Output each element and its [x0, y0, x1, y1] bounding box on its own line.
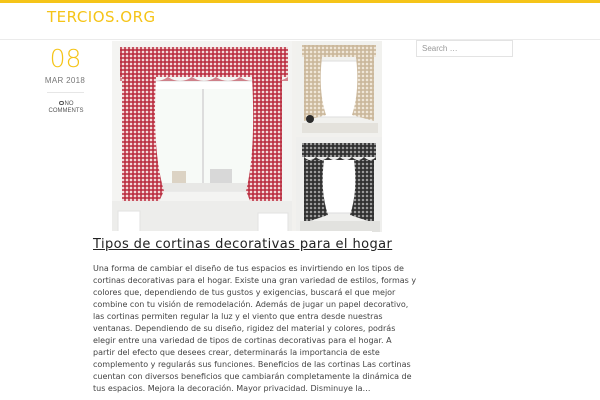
comment-bubble-icon [58, 101, 64, 105]
curtain-valance [120, 47, 288, 77]
date-divider [47, 92, 84, 93]
featured-image[interactable] [112, 41, 382, 232]
excerpt-line: tus espacios. Mejora la decoración. Mayo… [93, 384, 371, 393]
excerpt-line: colores que, dependiendo de tus gustos y… [93, 288, 396, 297]
search-input[interactable] [416, 40, 513, 57]
excerpt-line: ventanas. Dependiendo de su diseño, rigi… [93, 324, 396, 333]
site-title-link[interactable]: TERCIOS.ORG [47, 8, 156, 26]
excerpt-line: cortinas decorativas para el hogar. Exis… [93, 276, 417, 285]
post-title-link[interactable]: Tipos de cortinas decorativas para el ho… [93, 237, 392, 252]
comments-word-label: COMMENTS [48, 108, 84, 114]
post-date-day: 08 [49, 44, 82, 73]
post-excerpt: Una forma de cambiar el diseño de tus es… [93, 263, 417, 395]
excerpt-line: cuentan con diversos beneficios que camb… [93, 372, 412, 381]
excerpt-line: partir del efecto que desees crear, dete… [93, 348, 380, 357]
comments-count-label: NO [64, 101, 74, 107]
excerpt-line: las cortinas permiten regular la luz y e… [93, 312, 383, 321]
site-header: TERCIOS.ORG [0, 3, 600, 40]
comments-link[interactable]: NO COMMENTS [48, 101, 84, 115]
excerpt-line: Una forma de cambiar el diseño de tus es… [93, 264, 404, 273]
post-date-month: MAR 2018 [44, 76, 86, 85]
excerpt-line: elegir entre una variedad de tipos de co… [93, 336, 392, 345]
excerpt-line: combine con tu visión de remodelación. A… [93, 300, 409, 309]
excerpt-line: complemento y regularás sus funciones. B… [93, 360, 411, 369]
